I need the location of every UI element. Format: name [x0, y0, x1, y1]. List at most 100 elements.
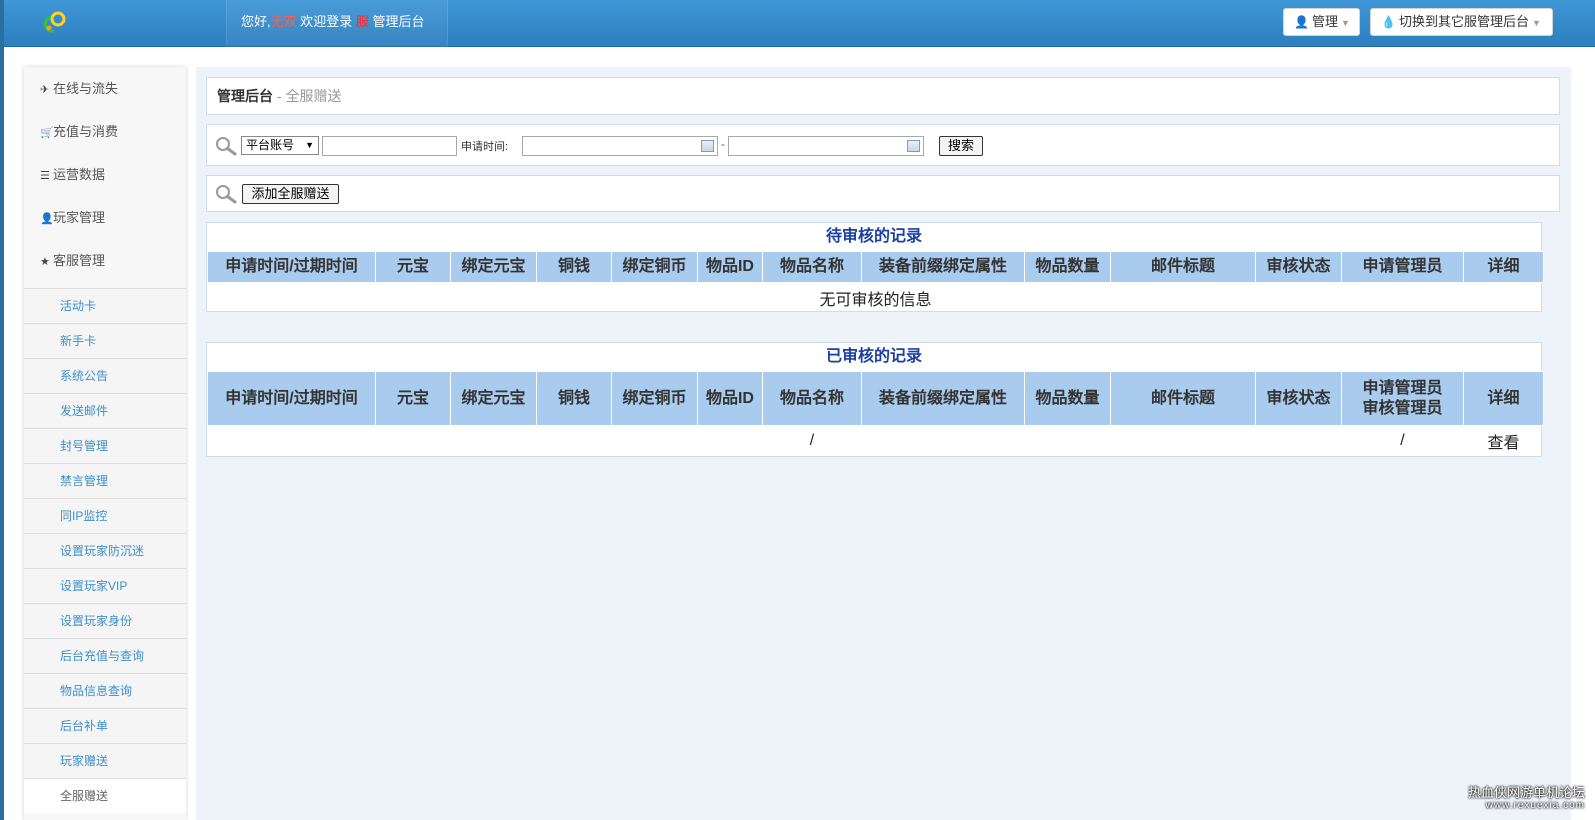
- empty-message: 无可审核的信息: [819, 291, 932, 309]
- column-header: 物品名称: [762, 371, 862, 426]
- column-header: 申请时间/过期时间: [207, 371, 376, 426]
- calendar-icon[interactable]: [701, 140, 714, 152]
- date-label: 申请时间:: [461, 141, 509, 153]
- table-row: / / 查看: [208, 426, 1544, 456]
- column-header: 详细: [1463, 371, 1544, 426]
- breadcrumb: 管理后台 - 全服赠送: [206, 77, 1560, 115]
- column-header: 审核状态: [1255, 371, 1342, 426]
- sidebar-item-5[interactable]: 封号管理: [24, 428, 186, 463]
- column-header: 绑定铜币: [611, 251, 698, 283]
- account-type-select[interactable]: 平台账号 ▼: [241, 136, 319, 155]
- sidebar-item-10[interactable]: 设置玩家身份: [24, 603, 186, 638]
- sidebar-item-7[interactable]: 同IP监控: [24, 498, 186, 533]
- admin-menu-button[interactable]: 👤 管理 ▼: [1283, 8, 1360, 36]
- column-header: 装备前缀绑定属性: [861, 371, 1025, 426]
- breadcrumb-current: - 全服赠送: [273, 88, 342, 104]
- search-icon: [216, 137, 237, 156]
- column-header: 物品数量: [1024, 371, 1111, 426]
- add-bar: 添加全服赠送: [206, 175, 1560, 212]
- chevron-down-icon: ▼: [305, 140, 314, 150]
- reviewer-admin-header: 审核管理员: [1362, 399, 1443, 417]
- sidebar-item-6[interactable]: 禁言管理: [24, 463, 186, 498]
- column-header: 铜钱: [536, 371, 612, 426]
- column-header: 元宝: [375, 251, 451, 283]
- search-icon: [216, 185, 237, 204]
- search-button[interactable]: 搜索: [939, 136, 983, 156]
- list-icon: ☰: [40, 170, 50, 182]
- sidebar-item-9[interactable]: 设置玩家VIP: [24, 568, 186, 603]
- sidebar-item-3[interactable]: 系统公告: [24, 358, 186, 393]
- column-header: 物品ID: [697, 371, 763, 426]
- sidebar-item-14[interactable]: 玩家赠送: [24, 743, 186, 778]
- sidebar-group-label: 客服管理: [53, 253, 106, 268]
- server-name: 服: [355, 14, 369, 29]
- sidebar-item-8[interactable]: 设置玩家防沉迷: [24, 533, 186, 568]
- column-header: 申请时间/过期时间: [207, 251, 376, 283]
- sidebar-group-1[interactable]: ✈ 在线与流失: [24, 67, 186, 110]
- main-content: 管理后台 - 全服赠送 平台账号 ▼ 申请时间: - 搜索 添加全服赠送 待审核的…: [196, 67, 1571, 820]
- sidebar-group-label: 玩家管理: [53, 210, 106, 225]
- pending-records-panel: 待审核的记录 申请时间/过期时间 元宝 绑定元宝 铜钱 绑定铜币 物品ID 物品名称 装备前缀…: [206, 222, 1544, 313]
- date-start-input[interactable]: [522, 136, 718, 156]
- welcome-message: 您好,无双 欢迎登录 服 管理后台: [226, 0, 448, 47]
- chevron-down-icon: ▼: [1531, 18, 1541, 28]
- sidebar-item-2[interactable]: 新手卡: [24, 323, 186, 358]
- column-header: 元宝: [375, 371, 451, 426]
- column-header: 详细: [1463, 251, 1544, 283]
- sidebar-item-1[interactable]: 活动卡: [24, 288, 186, 323]
- sidebar-group-3[interactable]: ☰ 运营数据: [24, 153, 186, 196]
- watermark-name: 热血侠网游单机论坛: [1467, 785, 1585, 800]
- sidebar-item-12[interactable]: 物品信息查询: [24, 673, 186, 708]
- column-header: 绑定铜币: [611, 371, 698, 426]
- watermark: 热血侠网游单机论坛 www.rexuexia.com: [1468, 786, 1585, 812]
- column-header: 审核状态: [1255, 251, 1342, 283]
- sidebar-group-2[interactable]: 🛒充值与消费: [24, 110, 186, 153]
- user-icon: 👤: [40, 213, 54, 225]
- sidebar-group-label: 充值与消费: [53, 124, 119, 139]
- view-link[interactable]: 查看: [1464, 426, 1544, 456]
- calendar-icon[interactable]: [907, 140, 920, 152]
- column-header: 物品ID: [697, 251, 763, 283]
- reviewed-records-panel: 已审核的记录 申请时间/过期时间 元宝 绑定元宝 铜钱 绑定铜币 物品ID 物品名称 装备前缀…: [206, 342, 1544, 457]
- column-header: 邮件标题: [1110, 251, 1256, 283]
- sidebar-item-13[interactable]: 后台补单: [24, 708, 186, 743]
- reviewed-title: 已审核的记录: [825, 348, 922, 365]
- breadcrumb-root[interactable]: 管理后台: [217, 88, 273, 104]
- column-header: 铜钱: [536, 251, 612, 283]
- sidebar-group-4[interactable]: 👤玩家管理: [24, 196, 186, 239]
- column-header-admins: 申请管理员审核管理员: [1341, 371, 1464, 426]
- sidebar: ✈ 在线与流失 🛒充值与消费 ☰ 运营数据 👤玩家管理 ★ 客服管理 活动卡 新手卡 系统公告 发送…: [24, 67, 186, 820]
- pending-table: 申请时间/过期时间 元宝 绑定元宝 铜钱 绑定铜币 物品ID 物品名称 装备前缀绑定属性 物品数…: [207, 251, 1544, 313]
- date-separator: -: [721, 137, 725, 151]
- column-header: 物品名称: [762, 251, 862, 283]
- column-header: 物品数量: [1024, 251, 1111, 283]
- applicant-admin-header: 申请管理员: [1362, 379, 1443, 397]
- sidebar-group-5[interactable]: ★ 客服管理: [24, 239, 186, 282]
- sidebar-item-4[interactable]: 发送邮件: [24, 393, 186, 428]
- column-header: 申请管理员: [1341, 251, 1464, 283]
- chevron-down-icon: ▼: [1340, 18, 1350, 28]
- sidebar-item-11[interactable]: 后台充值与查询: [24, 638, 186, 673]
- column-header: 邮件标题: [1110, 371, 1256, 426]
- pending-title: 待审核的记录: [825, 228, 922, 245]
- column-header: 绑定元宝: [450, 251, 537, 283]
- window-edge: [0, 0, 4, 820]
- drop-icon: 💧: [1381, 15, 1396, 29]
- column-header: 绑定元宝: [450, 371, 537, 426]
- cart-icon: 🛒: [40, 127, 54, 139]
- logo-icon: [43, 11, 66, 33]
- switch-server-button[interactable]: 💧 切换到其它服管理后台 ▼: [1370, 8, 1553, 36]
- watermark-url: www.rexuexia.com: [1485, 800, 1585, 811]
- star-icon: ★: [40, 256, 50, 268]
- account-input[interactable]: [322, 136, 457, 156]
- sidebar-item-15[interactable]: 全服赠送: [24, 778, 186, 813]
- date-end-input[interactable]: [728, 136, 924, 156]
- item-name-cell: /: [809, 431, 815, 449]
- username: 无双: [270, 14, 297, 29]
- plane-icon: ✈: [40, 84, 50, 96]
- add-server-gift-button[interactable]: 添加全服赠送: [242, 184, 339, 204]
- sidebar-group-label: 在线与流失: [53, 81, 119, 96]
- user-icon: 👤: [1294, 15, 1309, 29]
- table-row: 无可审核的信息: [208, 283, 1544, 313]
- search-bar: 平台账号 ▼ 申请时间: - 搜索: [206, 124, 1560, 166]
